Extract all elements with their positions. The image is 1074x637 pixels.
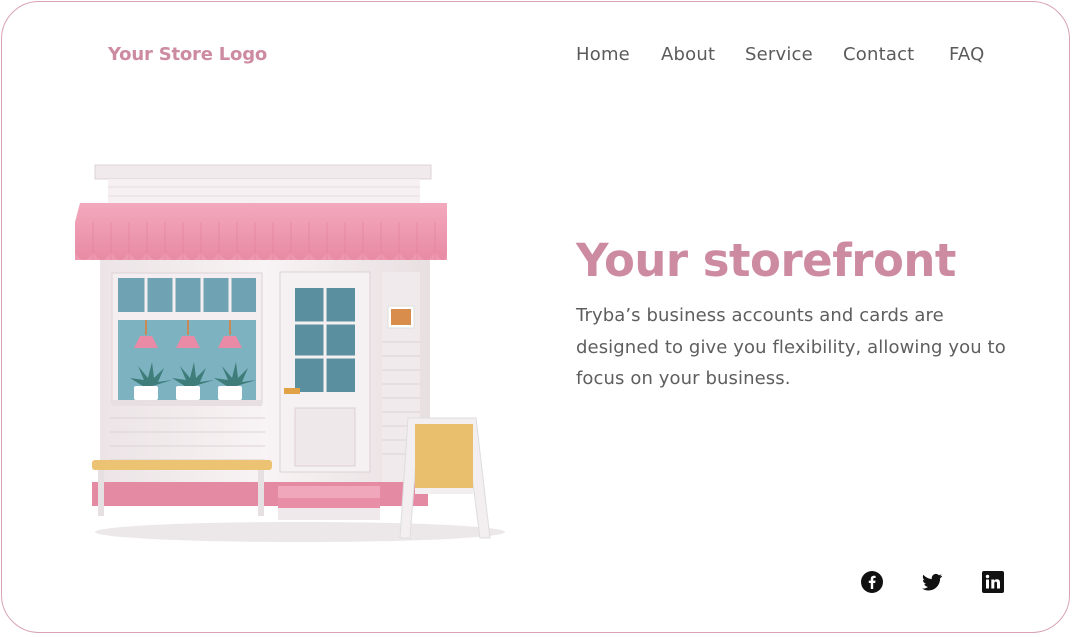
linkedin-icon[interactable] <box>981 570 1005 594</box>
nav-item-faq[interactable]: FAQ <box>949 44 984 65</box>
twitter-icon[interactable] <box>920 570 944 594</box>
nav-item-service[interactable]: Service <box>745 44 813 65</box>
hero-description: Tryba’s business accounts and cards are … <box>576 305 1006 389</box>
store-logo[interactable]: Your Store Logo <box>108 44 267 65</box>
storefront-illustration <box>75 164 505 542</box>
nav-item-contact[interactable]: Contact <box>843 44 914 65</box>
hero-title: Your storefront <box>576 234 956 287</box>
nav-item-home[interactable]: Home <box>576 44 630 65</box>
facebook-icon[interactable] <box>860 570 884 594</box>
nav-item-about[interactable]: About <box>661 44 715 65</box>
